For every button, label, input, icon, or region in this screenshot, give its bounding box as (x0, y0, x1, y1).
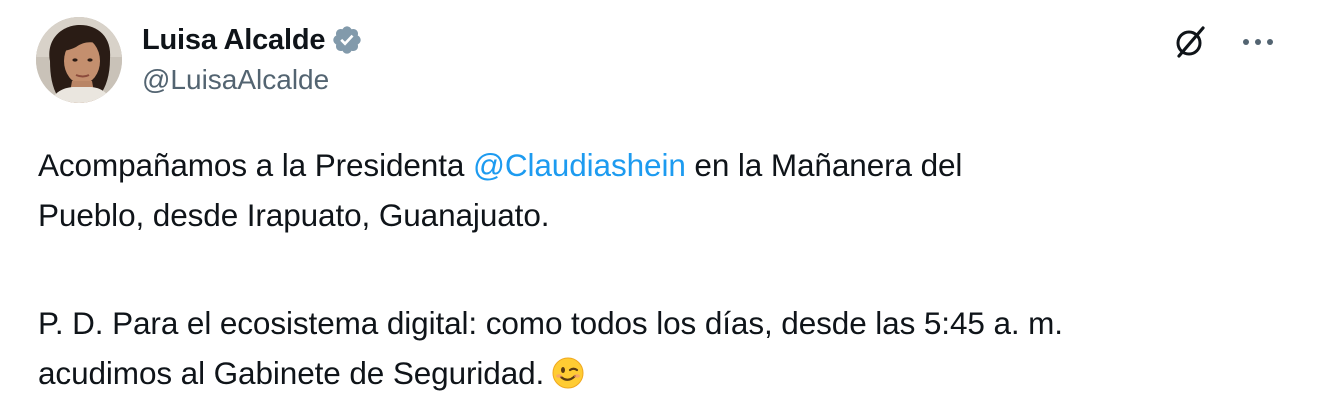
mention-link[interactable]: @Claudiashein (473, 147, 686, 183)
tweet-card: Luisa Alcalde @LuisaAlcalde Acompañamos … (0, 0, 1318, 416)
tweet-text-part: Acompañamos a la Presidenta (38, 147, 473, 183)
header-actions (1170, 22, 1278, 62)
tweet-text-part: en la Mañanera del (685, 147, 963, 183)
more-icon[interactable] (1238, 22, 1278, 62)
tweet-text: Acompañamos a la Presidenta @Claudiashei… (38, 140, 1278, 398)
author-handle[interactable]: @LuisaAlcalde (142, 64, 329, 96)
author-name-row: Luisa Alcalde (142, 20, 363, 60)
grok-icon[interactable] (1170, 22, 1210, 62)
winking-face-emoji-icon (552, 353, 584, 389)
tweet-line-3: P. D. Para el ecosistema digital: como t… (38, 305, 1063, 341)
tweet-line-2: Pueblo, desde Irapuato, Guanajuato. (38, 197, 550, 233)
avatar-image (36, 17, 122, 103)
tweet-line-4: acudimos al Gabinete de Seguridad. (38, 348, 1278, 398)
avatar[interactable] (36, 17, 122, 103)
tweet-text-part: acudimos al Gabinete de Seguridad. (38, 355, 545, 391)
tweet-line-1: Acompañamos a la Presidenta @Claudiashei… (38, 140, 1278, 190)
author-display-name[interactable]: Luisa Alcalde (142, 24, 325, 57)
verified-badge-icon[interactable] (331, 24, 363, 56)
